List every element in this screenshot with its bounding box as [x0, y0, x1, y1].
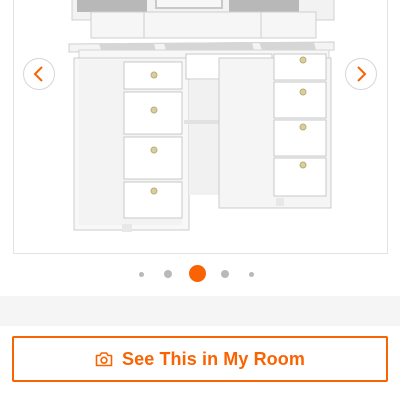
chevron-left-icon [33, 66, 43, 82]
carousel-pagination [0, 264, 400, 284]
carousel-dot[interactable] [249, 272, 254, 277]
carousel-dot[interactable] [139, 272, 144, 277]
see-in-my-room-button[interactable]: See This in My Room [12, 336, 388, 382]
next-image-button[interactable] [345, 58, 377, 90]
carousel-dot[interactable] [221, 270, 229, 278]
product-image-frame [13, 0, 388, 254]
product-image[interactable] [14, 0, 388, 254]
section-divider-band [0, 296, 400, 326]
previous-image-button[interactable] [23, 58, 55, 90]
carousel-dot-active[interactable] [189, 265, 206, 282]
camera-icon [95, 352, 113, 367]
product-image-gallery [0, 0, 400, 296]
chevron-right-icon [357, 66, 367, 82]
carousel-dot[interactable] [164, 270, 172, 278]
see-in-my-room-label: See This in My Room [122, 348, 305, 369]
